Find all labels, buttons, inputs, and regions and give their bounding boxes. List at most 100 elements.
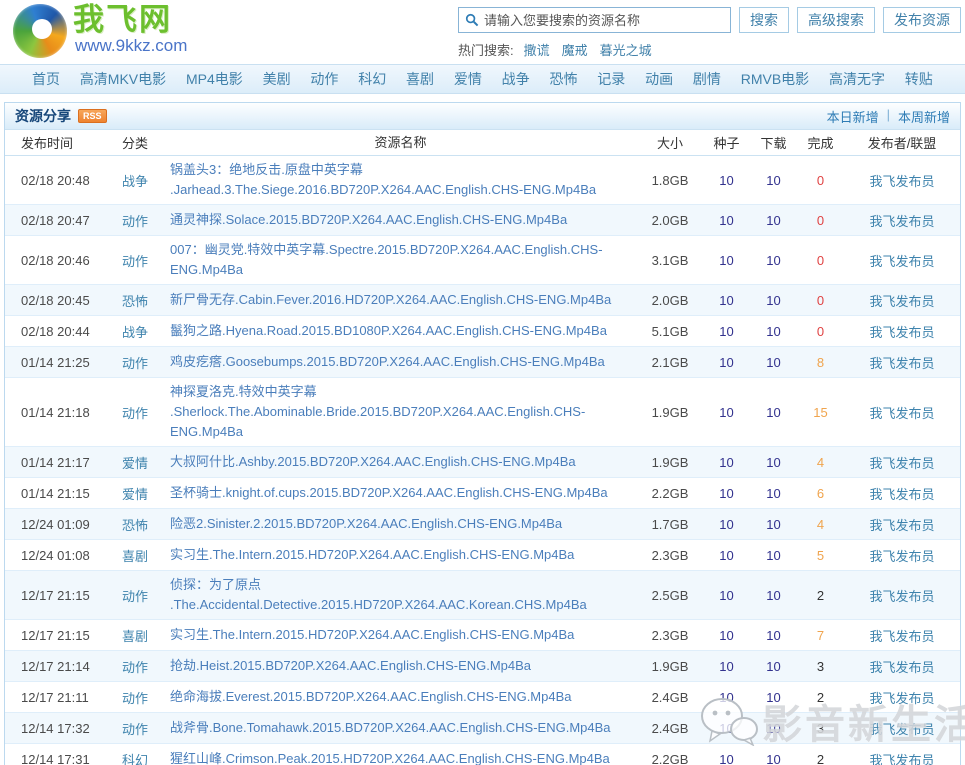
nav-item[interactable]: RMVB电影 [741, 69, 809, 89]
table-row: 01/14 21:15 爱情 圣杯骑士.knight.of.cups.2015.… [5, 478, 960, 509]
hot-keyword-link[interactable]: 暮光之城 [600, 40, 652, 59]
row-resource-link[interactable]: 圣杯骑士.knight.of.cups.2015.BD720P.X264.AAC… [170, 483, 637, 503]
row-category-link[interactable]: 动作 [100, 211, 170, 230]
row-size: 1.7GB [637, 517, 703, 532]
row-publisher-link[interactable]: 我飞发布员 [844, 322, 960, 341]
row-seeds: 10 [703, 486, 750, 501]
row-downloads: 10 [750, 752, 797, 765]
table-row: 02/18 20:47 动作 通灵神探.Solace.2015.BD720P.X… [5, 205, 960, 236]
nav-item[interactable]: MP4电影 [186, 69, 243, 89]
nav-item[interactable]: 恐怖 [549, 69, 577, 89]
row-resource-link[interactable]: 神探夏洛克.特效中英字幕.Sherlock.The.Abominable.Bri… [170, 382, 637, 442]
row-publisher-link[interactable]: 我飞发布员 [844, 251, 960, 270]
nav-item[interactable]: 动画 [645, 69, 673, 89]
row-time: 02/18 20:44 [5, 324, 100, 339]
row-downloads: 10 [750, 517, 797, 532]
row-publisher-link[interactable]: 我飞发布员 [844, 546, 960, 565]
row-resource-link[interactable]: 锅盖头3：绝地反击.原盘中英字幕.Jarhead.3.The.Siege.201… [170, 160, 637, 200]
row-resource-link[interactable]: 通灵神探.Solace.2015.BD720P.X264.AAC.English… [170, 210, 637, 230]
row-seeds: 10 [703, 455, 750, 470]
table-row: 12/14 17:32 动作 战斧骨.Bone.Tomahawk.2015.BD… [5, 713, 960, 744]
table-row: 12/17 21:15 动作 侦探：为了原点.The.Accidental.De… [5, 571, 960, 620]
nav-item[interactable]: 战争 [502, 69, 530, 89]
row-category-link[interactable]: 恐怖 [100, 291, 170, 310]
row-seeds: 10 [703, 324, 750, 339]
row-resource-link[interactable]: 猩红山峰.Crimson.Peak.2015.HD720P.X264.AAC.E… [170, 749, 637, 765]
nav-item[interactable]: 高清MKV电影 [80, 69, 166, 89]
publish-resource-button[interactable]: 发布资源 [883, 7, 961, 33]
row-category-link[interactable]: 喜剧 [100, 546, 170, 565]
row-category-link[interactable]: 喜剧 [100, 626, 170, 645]
row-downloads: 10 [750, 455, 797, 470]
today-new-link[interactable]: 本日新增 [827, 107, 879, 126]
site-url: www.9kkz.com [75, 37, 187, 54]
site-logo[interactable]: 我飞网 www.9kkz.com [13, 4, 187, 58]
nav-item[interactable]: 美剧 [263, 69, 291, 89]
row-resource-link[interactable]: 实习生.The.Intern.2015.HD720P.X264.AAC.Engl… [170, 625, 637, 645]
nav-item[interactable]: 首页 [32, 69, 60, 89]
row-publisher-link[interactable]: 我飞发布员 [844, 403, 960, 422]
row-publisher-link[interactable]: 我飞发布员 [844, 515, 960, 534]
row-publisher-link[interactable]: 我飞发布员 [844, 211, 960, 230]
row-category-link[interactable]: 动作 [100, 719, 170, 738]
hot-keyword-link[interactable]: 魔戒 [562, 40, 588, 59]
row-resource-link[interactable]: 鬣狗之路.Hyena.Road.2015.BD1080P.X264.AAC.En… [170, 321, 637, 341]
table-body: 02/18 20:48 战争 锅盖头3：绝地反击.原盘中英字幕.Jarhead.… [5, 156, 960, 765]
row-publisher-link[interactable]: 我飞发布员 [844, 453, 960, 472]
nav-item[interactable]: 喜剧 [406, 69, 434, 89]
nav-item[interactable]: 记录 [597, 69, 625, 89]
nav-item[interactable]: 转贴 [905, 69, 933, 89]
row-resource-link[interactable]: 实习生.The.Intern.2015.HD720P.X264.AAC.Engl… [170, 545, 637, 565]
row-resource-link[interactable]: 险恶2.Sinister.2.2015.BD720P.X264.AAC.Engl… [170, 514, 637, 534]
row-completed: 3 [797, 721, 844, 736]
row-category-link[interactable]: 爱情 [100, 484, 170, 503]
row-publisher-link[interactable]: 我飞发布员 [844, 657, 960, 676]
nav-item[interactable]: 科幻 [358, 69, 386, 89]
advanced-search-button[interactable]: 高级搜索 [797, 7, 875, 33]
row-category-link[interactable]: 战争 [100, 171, 170, 190]
row-resource-link[interactable]: 战斧骨.Bone.Tomahawk.2015.BD720P.X264.AAC.E… [170, 718, 637, 738]
row-publisher-link[interactable]: 我飞发布员 [844, 750, 960, 765]
row-time: 12/17 21:15 [5, 628, 100, 643]
row-publisher-link[interactable]: 我飞发布员 [844, 688, 960, 707]
row-resource-link[interactable]: 鸡皮疙瘩.Goosebumps.2015.BD720P.X264.AAC.Eng… [170, 352, 637, 372]
row-category-link[interactable]: 战争 [100, 322, 170, 341]
row-resource-link[interactable]: 007：幽灵党.特效中英字幕.Spectre.2015.BD720P.X264.… [170, 240, 637, 280]
nav-item[interactable]: 高清无字 [829, 69, 885, 89]
row-resource-link[interactable]: 侦探：为了原点.The.Accidental.Detective.2015.HD… [170, 575, 637, 615]
search-button[interactable]: 搜索 [739, 7, 789, 33]
table-row: 12/17 21:15 喜剧 实习生.The.Intern.2015.HD720… [5, 620, 960, 651]
row-publisher-link[interactable]: 我飞发布员 [844, 626, 960, 645]
search-box[interactable] [458, 7, 731, 33]
rss-icon[interactable]: RSS [78, 109, 107, 123]
row-time: 12/24 01:08 [5, 548, 100, 563]
row-category-link[interactable]: 动作 [100, 251, 170, 270]
row-category-link[interactable]: 动作 [100, 688, 170, 707]
nav-item[interactable]: 剧情 [693, 69, 721, 89]
row-publisher-link[interactable]: 我飞发布员 [844, 171, 960, 190]
row-category-link[interactable]: 爱情 [100, 453, 170, 472]
row-category-link[interactable]: 科幻 [100, 750, 170, 765]
row-resource-link[interactable]: 新尸骨无存.Cabin.Fever.2016.HD720P.X264.AAC.E… [170, 290, 637, 310]
row-category-link[interactable]: 动作 [100, 353, 170, 372]
row-resource-link[interactable]: 抢劫.Heist.2015.BD720P.X264.AAC.English.CH… [170, 656, 637, 676]
row-publisher-link[interactable]: 我飞发布员 [844, 484, 960, 503]
row-publisher-link[interactable]: 我飞发布员 [844, 291, 960, 310]
row-publisher-link[interactable]: 我飞发布员 [844, 719, 960, 738]
row-completed: 2 [797, 588, 844, 603]
row-publisher-link[interactable]: 我飞发布员 [844, 353, 960, 372]
row-category-link[interactable]: 动作 [100, 657, 170, 676]
row-completed: 0 [797, 293, 844, 308]
nav-item[interactable]: 爱情 [454, 69, 482, 89]
row-resource-link[interactable]: 绝命海拔.Everest.2015.BD720P.X264.AAC.Englis… [170, 687, 637, 707]
hot-keyword-link[interactable]: 撒谎 [524, 40, 550, 59]
row-resource-link[interactable]: 大叔阿什比.Ashby.2015.BD720P.X264.AAC.English… [170, 452, 637, 472]
search-input[interactable] [484, 13, 724, 28]
nav-item[interactable]: 动作 [310, 69, 338, 89]
row-category-link[interactable]: 恐怖 [100, 515, 170, 534]
row-category-link[interactable]: 动作 [100, 586, 170, 605]
row-publisher-link[interactable]: 我飞发布员 [844, 586, 960, 605]
row-category-link[interactable]: 动作 [100, 403, 170, 422]
week-new-link[interactable]: 本周新增 [898, 107, 950, 126]
row-seeds: 10 [703, 173, 750, 188]
